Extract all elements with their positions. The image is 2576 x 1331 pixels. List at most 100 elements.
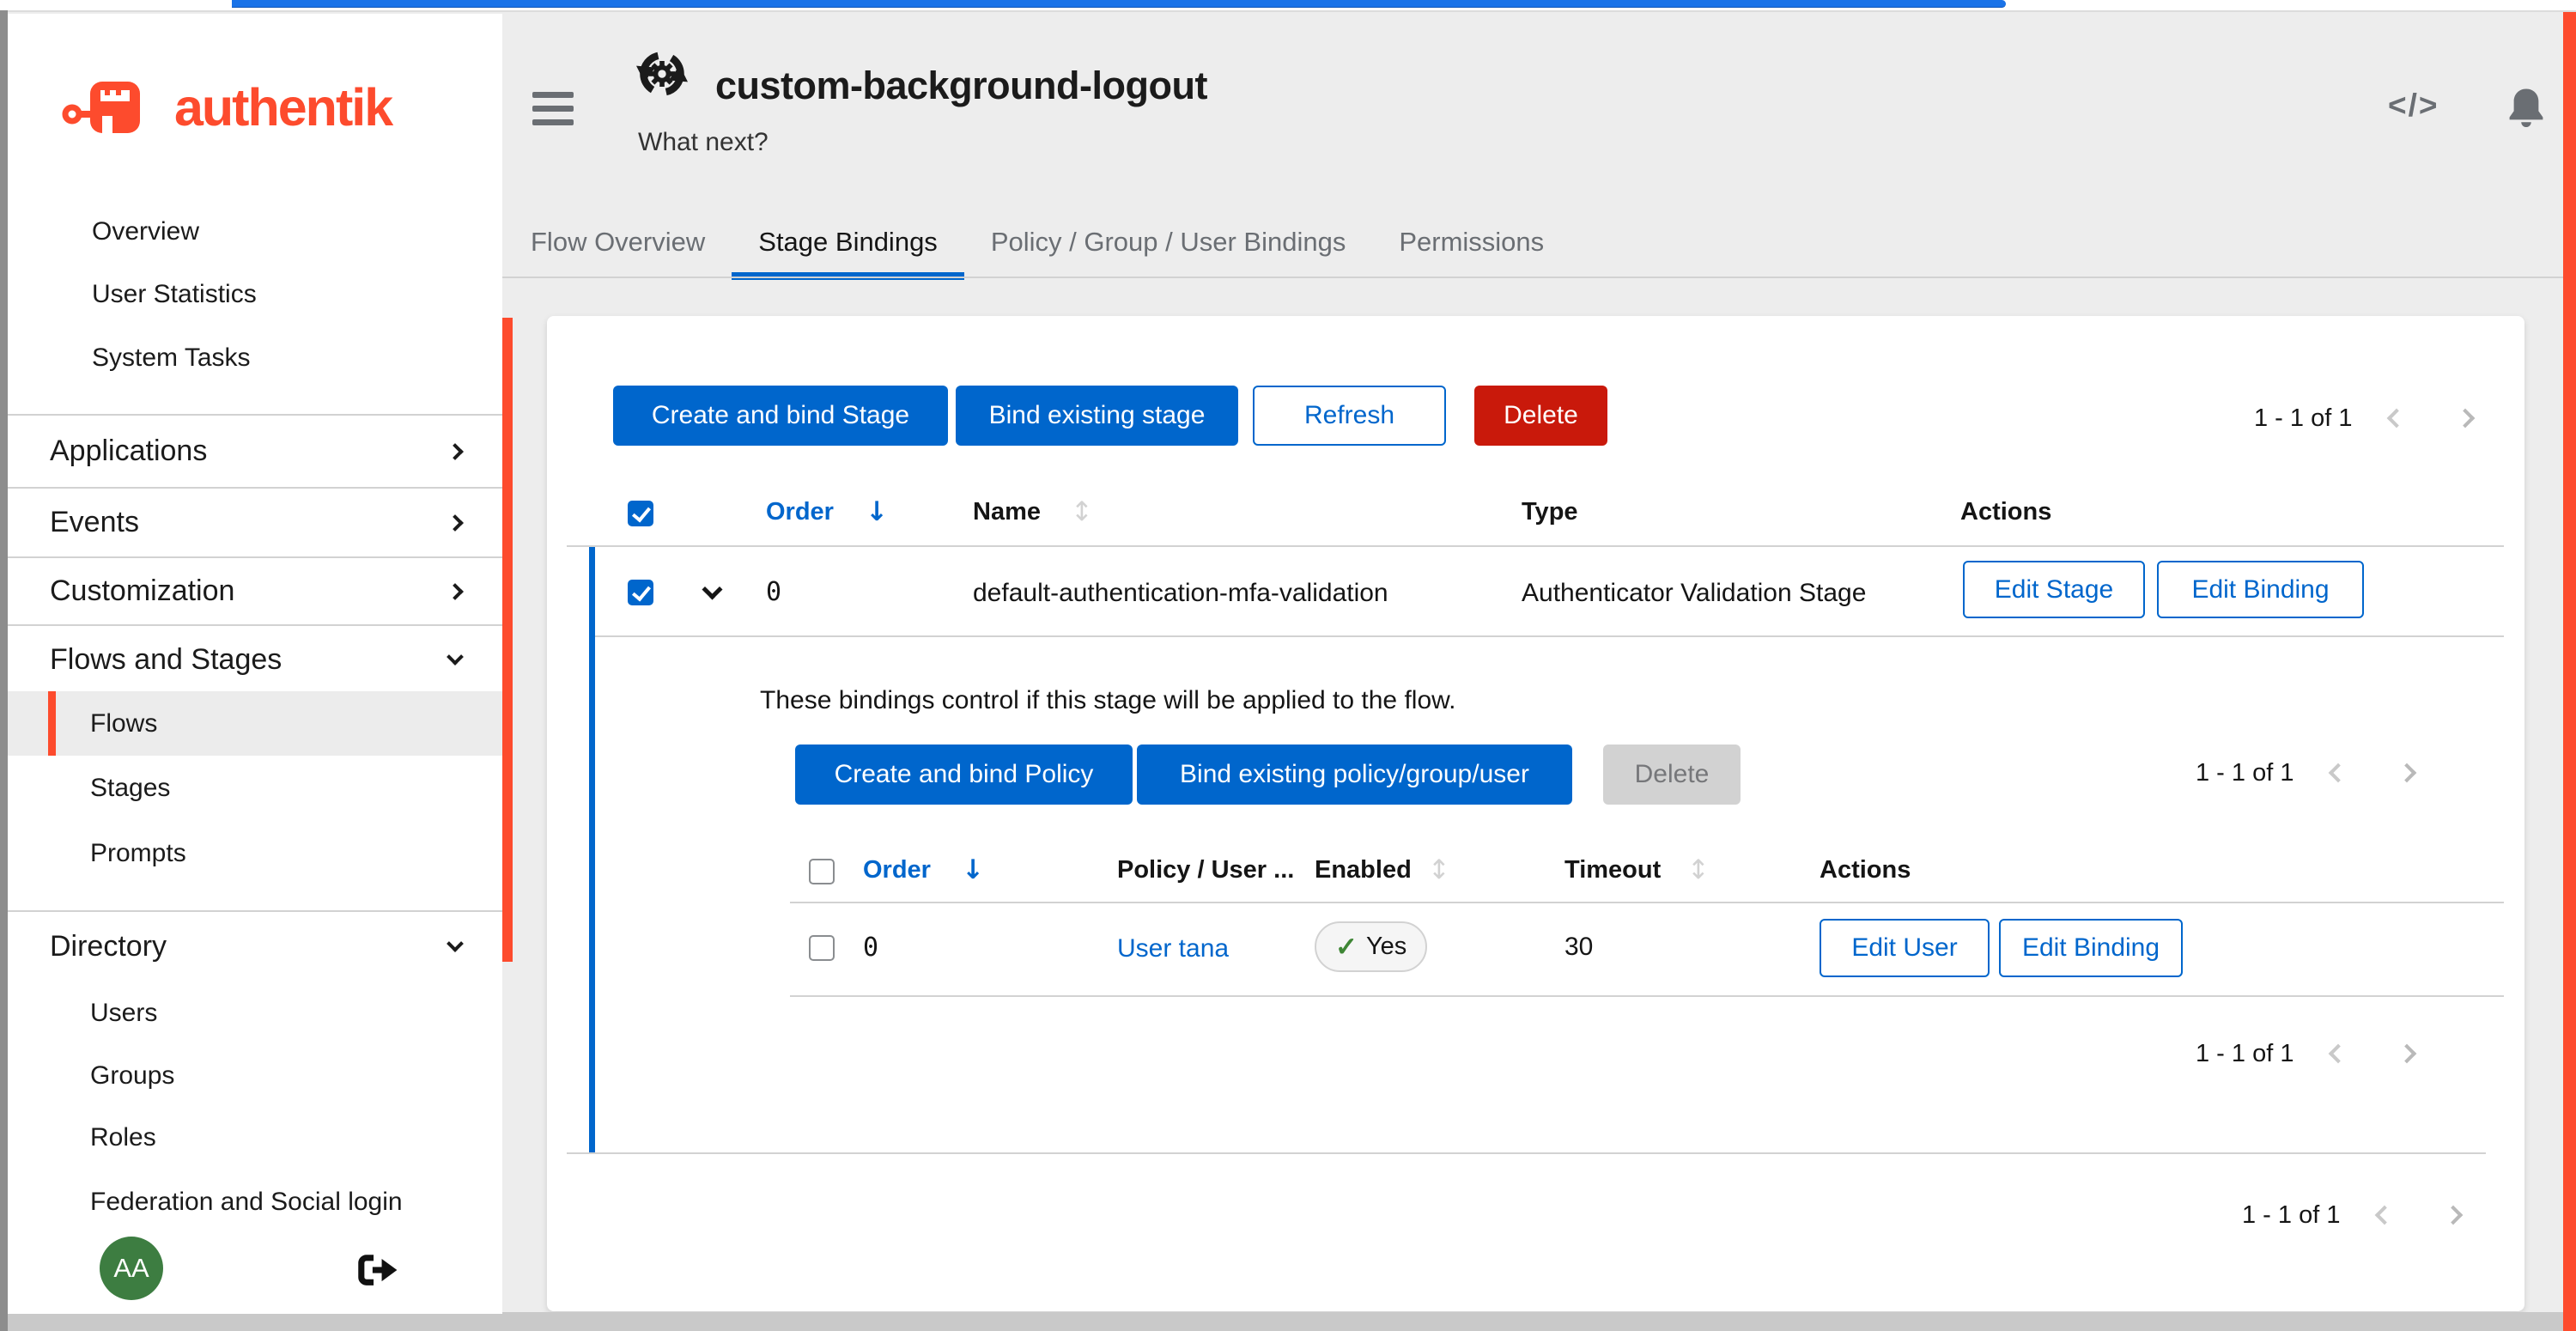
pagination-prev-icon[interactable] [2329, 1044, 2348, 1064]
edit-binding-button[interactable]: Edit Binding [2157, 561, 2364, 618]
horizontal-scrollbar-track[interactable] [8, 1312, 2576, 1331]
table-divider [790, 995, 2504, 997]
row-checkbox[interactable] [628, 580, 653, 605]
pagination-prev-icon[interactable] [2375, 1206, 2395, 1225]
create-and-bind-policy-button[interactable]: Create and bind Policy [795, 745, 1133, 805]
pagination-label: 1 - 1 of 1 [2242, 1201, 2340, 1230]
sidebar-section-flows-and-stages[interactable]: Flows and Stages [8, 626, 502, 693]
authentik-logo-icon [61, 76, 162, 138]
pagination-next-icon[interactable] [2397, 1044, 2417, 1064]
edit-user-button[interactable]: Edit User [1820, 919, 1990, 977]
card-divider [567, 1152, 2486, 1154]
window-left-edge [0, 10, 8, 1331]
notifications-bell-icon[interactable] [2506, 86, 2546, 133]
column-header-actions: Actions [1960, 498, 2051, 526]
sidebar-item-flows[interactable]: Flows [8, 691, 502, 756]
sidebar-section-applications[interactable]: Applications [8, 416, 502, 487]
cell-policy-user-link[interactable]: User tana [1117, 934, 1229, 963]
hamburger-menu-icon[interactable] [532, 92, 574, 133]
pagination-top: 1 - 1 of 1 [2254, 401, 2472, 435]
tab-permissions[interactable]: Permissions [1372, 206, 1571, 278]
logout-icon[interactable] [358, 1254, 399, 1291]
column-header-policy-user[interactable]: Policy / User ... [1117, 856, 1294, 884]
enabled-status-badge: ✓ Yes [1315, 921, 1427, 972]
pagination-next-icon[interactable] [2444, 1206, 2464, 1225]
binding-row-checkbox[interactable] [809, 935, 835, 961]
sidebar-item-label: Users [8, 999, 157, 1028]
chevron-right-icon [447, 514, 464, 532]
column-header-type: Type [1522, 498, 1578, 526]
pagination-prev-icon[interactable] [2387, 409, 2407, 428]
table-divider [595, 635, 2504, 637]
sidebar-item-label: Roles [8, 1123, 156, 1152]
authentik-logo[interactable]: authentik [61, 76, 392, 139]
tabs-divider [502, 277, 2563, 278]
tab-policy-group-user-bindings[interactable]: Policy / Group / User Bindings [964, 206, 1373, 278]
page-subtitle: What next? [638, 128, 769, 157]
column-header-order[interactable]: Order [766, 498, 834, 526]
edit-stage-button[interactable]: Edit Stage [1963, 561, 2145, 618]
sortable-icon[interactable]: ↕ [1428, 854, 1450, 885]
tab-stage-bindings[interactable]: Stage Bindings [732, 206, 964, 278]
sidebar-item-label: User Statistics [8, 280, 257, 309]
delete-binding-button[interactable]: Delete [1603, 745, 1741, 805]
sidebar-item-prompts[interactable]: Prompts [8, 821, 502, 886]
tab-label: Permissions [1399, 227, 1544, 258]
authentik-admin-page: authentik Overview User Statistics Syste… [0, 0, 2576, 1331]
cell-timeout: 30 [1564, 933, 1593, 962]
sidebar-item-label: System Tasks [8, 343, 251, 373]
sidebar-section-directory[interactable]: Directory [8, 912, 502, 981]
row-expander-chevron-down-icon[interactable] [702, 579, 722, 599]
browser-top-strip [0, 0, 2576, 12]
column-header-order[interactable]: Order [863, 856, 931, 884]
binding-pagination-top: 1 - 1 of 1 [2196, 756, 2414, 790]
sidebar-scrollbar[interactable] [502, 318, 513, 962]
sort-desc-icon[interactable]: ↓ [866, 496, 888, 527]
tab-label: Policy / Group / User Bindings [991, 227, 1346, 258]
bind-existing-stage-button[interactable]: Bind existing stage [956, 386, 1238, 446]
create-and-bind-stage-button[interactable]: Create and bind Stage [613, 386, 948, 446]
sidebar-section-label: Flows and Stages [8, 643, 282, 677]
binding-select-all-checkbox[interactable] [809, 859, 835, 884]
sidebar-item-overview[interactable]: Overview [8, 200, 502, 264]
pagination-next-icon[interactable] [2397, 763, 2417, 783]
page-scrollbar[interactable] [2563, 12, 2576, 1331]
pagination-next-icon[interactable] [2456, 409, 2476, 428]
sidebar-item-roles[interactable]: Roles [8, 1106, 502, 1170]
sortable-icon[interactable]: ↕ [1071, 496, 1093, 527]
sort-desc-icon[interactable]: ↓ [962, 854, 984, 885]
sidebar-item-stages[interactable]: Stages [8, 756, 502, 821]
tab-flow-overview[interactable]: Flow Overview [504, 206, 732, 278]
column-header-timeout[interactable]: Timeout [1564, 856, 1661, 884]
column-header-actions: Actions [1820, 856, 1911, 884]
bind-existing-policy-button[interactable]: Bind existing policy/group/user [1137, 745, 1572, 805]
avatar[interactable]: AA [100, 1237, 163, 1300]
sidebar-item-users[interactable]: Users [8, 981, 502, 1046]
pagination-label: 1 - 1 of 1 [2196, 759, 2293, 787]
edit-binding-button[interactable]: Edit Binding [1999, 919, 2183, 977]
column-header-name[interactable]: Name [973, 498, 1041, 526]
sidebar-item-label: Federation and Social login [8, 1188, 403, 1217]
sidebar-item-federation[interactable]: Federation and Social login [8, 1170, 502, 1235]
sidebar-item-label: Prompts [8, 839, 186, 868]
delete-button[interactable]: Delete [1474, 386, 1607, 446]
sidebar-item-user-statistics[interactable]: User Statistics [8, 263, 502, 326]
sidebar-section-events[interactable]: Events [8, 489, 502, 556]
sidebar-item-label: Stages [8, 774, 170, 803]
api-code-icon[interactable]: </> [2388, 88, 2439, 124]
sidebar-section-customization[interactable]: Customization [8, 558, 502, 624]
cell-order: 0 [863, 933, 878, 963]
sortable-icon[interactable]: ↕ [1687, 854, 1710, 885]
select-all-checkbox[interactable] [628, 501, 653, 526]
stage-bindings-card: Create and bind Stage Bind existing stag… [547, 316, 2524, 1311]
chevron-right-icon [447, 583, 464, 600]
sidebar-item-system-tasks[interactable]: System Tasks [8, 326, 502, 390]
pagination-label: 1 - 1 of 1 [2196, 1040, 2293, 1068]
avatar-initials: AA [113, 1253, 149, 1284]
table-divider [790, 902, 2504, 903]
sidebar-section-label: Events [8, 506, 139, 539]
pagination-prev-icon[interactable] [2329, 763, 2348, 783]
column-header-enabled[interactable]: Enabled [1315, 856, 1412, 884]
sidebar-item-groups[interactable]: Groups [8, 1043, 502, 1108]
refresh-button[interactable]: Refresh [1253, 386, 1446, 446]
